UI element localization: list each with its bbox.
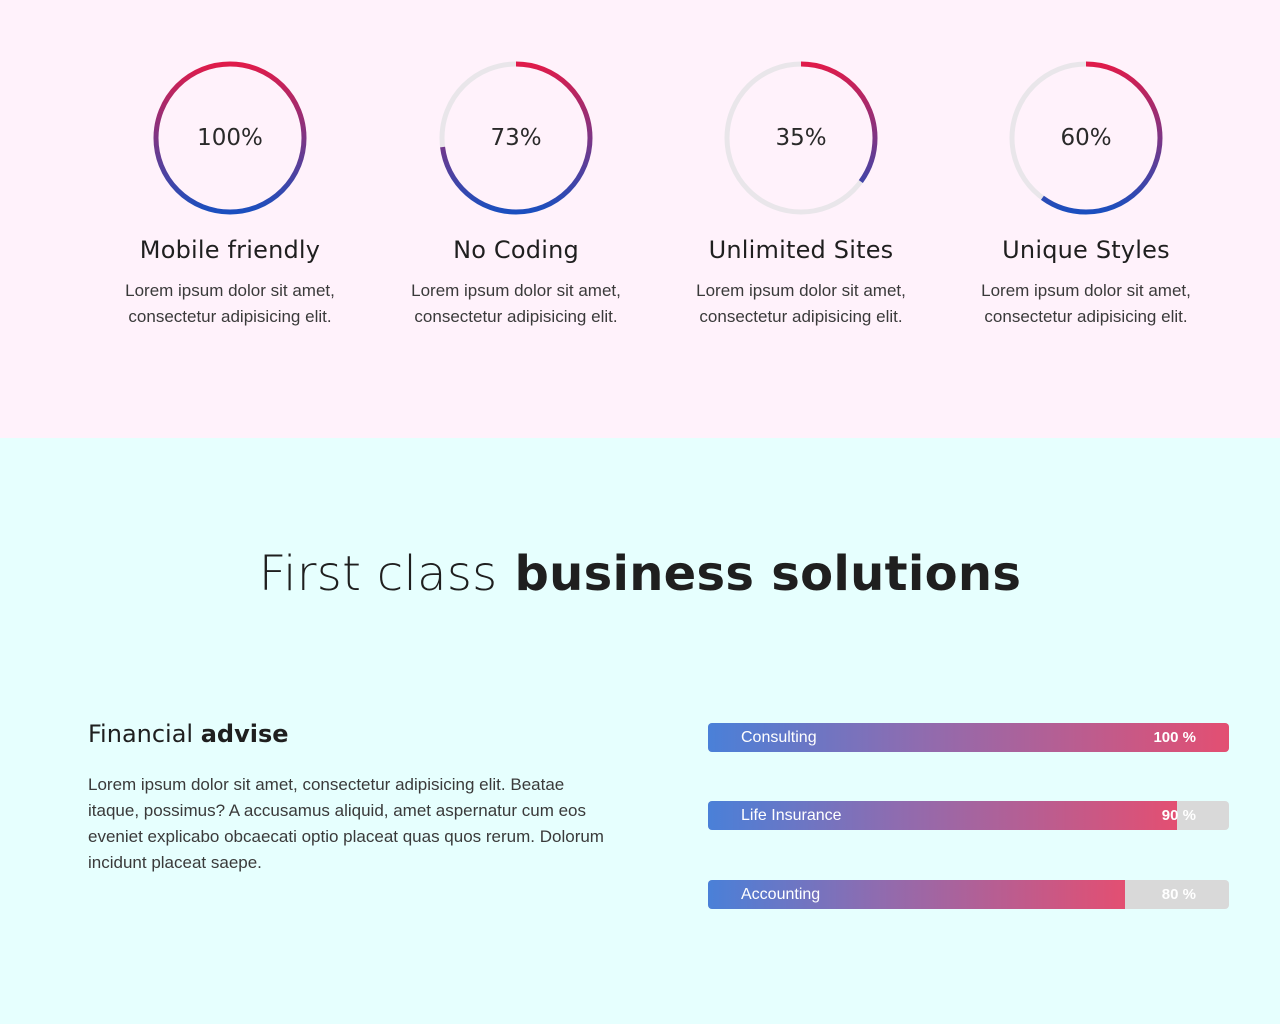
financial-title-light: Financial	[88, 720, 194, 748]
feature-description-line: Lorem ipsum dolor sit amet,	[411, 281, 621, 300]
feature-no-coding: 73% No Coding Lorem ipsum dolor sit amet…	[366, 58, 666, 330]
progress-ring: 100%	[150, 58, 310, 218]
feature-description-line: Lorem ipsum dolor sit amet,	[696, 281, 906, 300]
feature-mobile-friendly: 100% Mobile friendly Lorem ipsum dolor s…	[80, 58, 380, 330]
feature-description: Lorem ipsum dolor sit amet, consectetur …	[80, 278, 380, 330]
skill-bar-consulting: Consulting 100 %	[708, 723, 1229, 752]
feature-description-line: consectetur adipisicing elit.	[699, 307, 903, 326]
features-section: 100% Mobile friendly Lorem ipsum dolor s…	[0, 0, 1280, 438]
progress-percent: 35%	[775, 125, 827, 151]
feature-description: Lorem ipsum dolor sit amet, consectetur …	[936, 278, 1236, 330]
feature-description-line: consectetur adipisicing elit.	[984, 307, 1188, 326]
skill-value: 90 %	[1161, 807, 1196, 824]
feature-unique-styles: 60% Unique Styles Lorem ipsum dolor sit …	[936, 58, 1236, 330]
progress-percent: 100%	[197, 125, 263, 151]
feature-title: Mobile friendly	[139, 236, 321, 264]
skill-bar-accounting: Accounting 80 %	[708, 880, 1229, 909]
progress-ring: 35%	[721, 58, 881, 218]
feature-description-line: Lorem ipsum dolor sit amet,	[125, 281, 335, 300]
headline-light: First class	[258, 546, 498, 602]
progress-ring: 73%	[436, 58, 596, 218]
skill-value: 80 %	[1161, 886, 1196, 903]
feature-title: Unique Styles	[1002, 236, 1170, 264]
feature-description: Lorem ipsum dolor sit amet, consectetur …	[651, 278, 951, 330]
skill-value: 100 %	[1153, 729, 1196, 746]
feature-unlimited-sites: 35% Unlimited Sites Lorem ipsum dolor si…	[651, 58, 951, 330]
section-headline: First class business solutions	[0, 546, 1280, 602]
feature-description: Lorem ipsum dolor sit amet, consectetur …	[366, 278, 666, 330]
progress-percent: 60%	[1060, 125, 1112, 151]
financial-advise-text: Lorem ipsum dolor sit amet, consectetur …	[88, 775, 604, 872]
feature-title: No Coding	[453, 236, 579, 264]
feature-description-line: Lorem ipsum dolor sit amet,	[981, 281, 1191, 300]
skill-label: Consulting	[741, 729, 817, 746]
skill-label: Life Insurance	[741, 807, 842, 824]
feature-description-line: consectetur adipisicing elit.	[128, 307, 332, 326]
feature-description-line: consectetur adipisicing elit.	[414, 307, 618, 326]
skill-bar-life-insurance: Life Insurance 90 %	[708, 801, 1229, 830]
progress-percent: 73%	[490, 125, 542, 151]
solutions-section: First class business solutions Financial…	[0, 438, 1280, 1024]
skill-label: Accounting	[741, 886, 821, 903]
feature-title: Unlimited Sites	[708, 236, 894, 264]
progress-ring: 60%	[1006, 58, 1166, 218]
headline-bold: business solutions	[514, 546, 1022, 602]
financial-title-bold: advise	[200, 720, 289, 748]
financial-advise-title: Financial advise	[88, 720, 289, 748]
